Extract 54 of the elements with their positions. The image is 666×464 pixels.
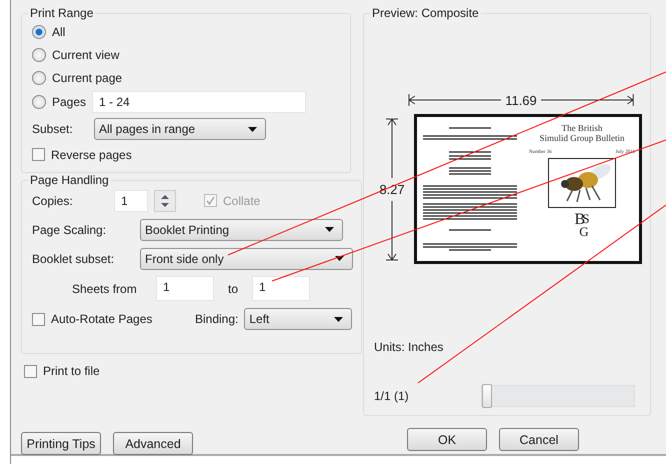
checkbox[interactable] (24, 364, 37, 378)
radio-label: All (52, 24, 66, 38)
dialog-button[interactable]: Advanced (113, 432, 193, 455)
bulletin-title: The British (562, 123, 602, 134)
caret-icon (325, 227, 334, 232)
checkbox-label: Auto-Rotate Pages (51, 312, 154, 326)
units-label: Units: Inches (374, 340, 444, 354)
group-title: Print Range (29, 6, 94, 20)
radio-button[interactable] (32, 48, 46, 62)
subset-label: Subset: (32, 122, 74, 136)
sheets-to-label: to (228, 282, 238, 296)
group-title: Preview: Composite (371, 6, 480, 20)
slider-thumb[interactable] (482, 384, 492, 408)
dialog-button[interactable]: OK (407, 428, 487, 451)
booklet-subset-label: Booklet subset: (32, 252, 116, 266)
spinner-arrows-icon[interactable] (154, 190, 176, 212)
sheets-from-input[interactable]: 1 (156, 276, 214, 301)
page-slider[interactable] (480, 385, 635, 407)
caret-icon (334, 316, 344, 322)
checkbox-label: Print to file (43, 364, 100, 378)
caret-icon (335, 256, 344, 261)
page-scaling-label: Page Scaling: (32, 222, 108, 236)
height-arrow-icon (385, 118, 399, 178)
radio-button[interactable] (32, 24, 46, 38)
booklet-subset-dropdown[interactable]: Front side only (140, 248, 353, 270)
sheets-to-input[interactable]: 1 (252, 276, 310, 301)
bulletin-title: Simulid Group Bulletin (539, 133, 624, 144)
radio-label: Current page (52, 70, 122, 84)
dialog-button[interactable]: Printing Tips (21, 432, 101, 455)
dialog-button[interactable]: Cancel (499, 428, 579, 451)
page-count: 1/1 (1) (374, 389, 409, 403)
binding-dropdown[interactable]: Left (244, 308, 352, 330)
height-arrow-icon (385, 200, 399, 260)
page-scaling-dropdown[interactable]: Booklet Printing (140, 218, 343, 240)
binding-label: Binding: (195, 312, 238, 326)
checkbox-label: Collate (223, 194, 260, 208)
checkbox-label: Reverse pages (51, 148, 132, 162)
radio-button[interactable] (32, 95, 46, 109)
checkbox[interactable] (32, 312, 45, 326)
group-title: Page Handling (29, 173, 110, 187)
checkbox[interactable] (32, 148, 45, 161)
copies-input[interactable]: 1 (114, 190, 148, 212)
width-arrow-icon (408, 93, 502, 107)
radio-label: Current view (52, 48, 120, 62)
radio-button[interactable] (32, 70, 46, 84)
sheets-from-label: Sheets from (72, 282, 138, 296)
caret-icon (248, 126, 257, 132)
width-dimension: 11.69 (504, 92, 538, 108)
width-arrow-icon (540, 93, 634, 107)
copies-label: Copies: (32, 194, 74, 208)
pages-input[interactable]: 1 - 24 (92, 91, 306, 113)
bee-illustration (548, 158, 616, 208)
subset-dropdown[interactable]: All pages in range (94, 118, 266, 140)
radio-label: Pages (52, 95, 86, 109)
